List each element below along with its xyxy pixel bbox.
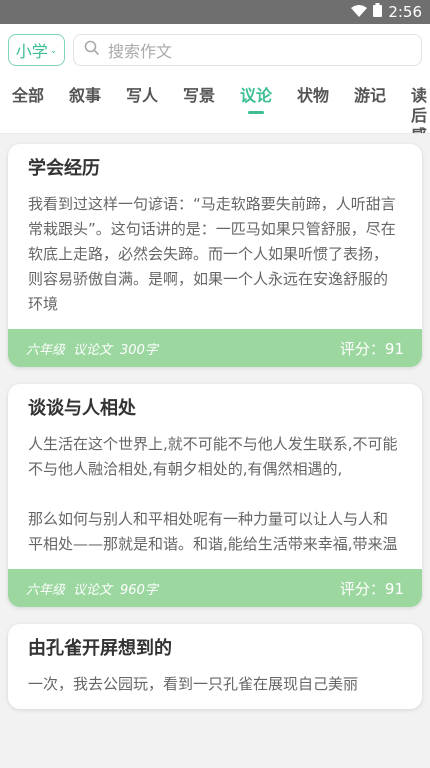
essay-grade: 六年级 [26,582,66,598]
essay-footer: 六年级 议论文 960字 评分：91 [8,569,422,607]
tab-portrait[interactable]: 写人 [126,76,183,133]
essay-title: 由孔雀开屏想到的 [28,638,172,659]
essay-card[interactable]: 谈谈与人相处 人生活在这个世界上,就不可能不与他人发生联系,不可能不与他人融洽相… [8,384,422,607]
tab-narrative[interactable]: 叙事 [69,76,126,133]
essay-card[interactable]: 学会经历 我看到过这样一句谚语：“马走软路要失前蹄，人听甜言常栽跟头”。这句话讲… [8,144,422,367]
top-bar: 小学 ⌄ 搜索作文 [0,24,430,76]
wifi-icon [351,3,368,21]
tab-argumentative[interactable]: 议论 [240,76,297,133]
essay-words: 300字 [120,342,158,358]
essay-score: 评分：91 [339,339,404,358]
essay-list: 学会经历 我看到过这样一句谚语：“马走软路要失前蹄，人听甜言常栽跟头”。这句话讲… [0,134,430,709]
tab-all[interactable]: 全部 [12,76,69,133]
essay-title: 学会经历 [28,158,100,179]
battery-icon [373,3,383,21]
essay-grade: 六年级 [26,342,66,358]
grade-select-label: 小学 [15,42,48,61]
essay-footer: 六年级 议论文 300字 评分：91 [8,329,422,367]
grade-select[interactable]: 小学 ⌄ [8,34,65,66]
essay-excerpt: 我看到过这样一句谚语：“马走软路要失前蹄，人听甜言常栽跟头”。这句话讲的是：一匹… [28,195,396,313]
essay-score: 评分：91 [339,579,404,598]
essay-excerpt: 一次，我去公园玩，看到一只孔雀在展现自己美丽 [28,675,359,693]
status-bar: 2:56 [0,0,430,24]
status-time: 2:56 [388,3,422,21]
active-tab-indicator [248,111,264,114]
tab-scenery[interactable]: 写景 [183,76,240,133]
tab-object[interactable]: 状物 [297,76,354,133]
essay-card[interactable]: 由孔雀开屏想到的 一次，我去公园玩，看到一只孔雀在展现自己美丽 [8,624,422,709]
chevron-down-icon: ⌄ [49,46,58,56]
essay-excerpt: 人生活在这个世界上,就不可能不与他人发生联系,不可能不与他人融洽相处,有朝夕相处… [28,435,398,553]
search-input[interactable]: 搜索作文 [73,34,422,66]
search-placeholder: 搜索作文 [108,42,173,61]
essay-type: 议论文 [73,582,113,598]
essay-title: 谈谈与人相处 [28,398,136,419]
category-tabs: 全部 叙事 写人 写景 议论 状物 游记 读后感 [0,76,430,134]
essay-words: 960字 [120,582,158,598]
essay-type: 议论文 [73,342,113,358]
search-icon [84,40,100,60]
tab-travel[interactable]: 游记 [354,76,411,133]
tab-reflection[interactable]: 读后感 [411,76,430,133]
